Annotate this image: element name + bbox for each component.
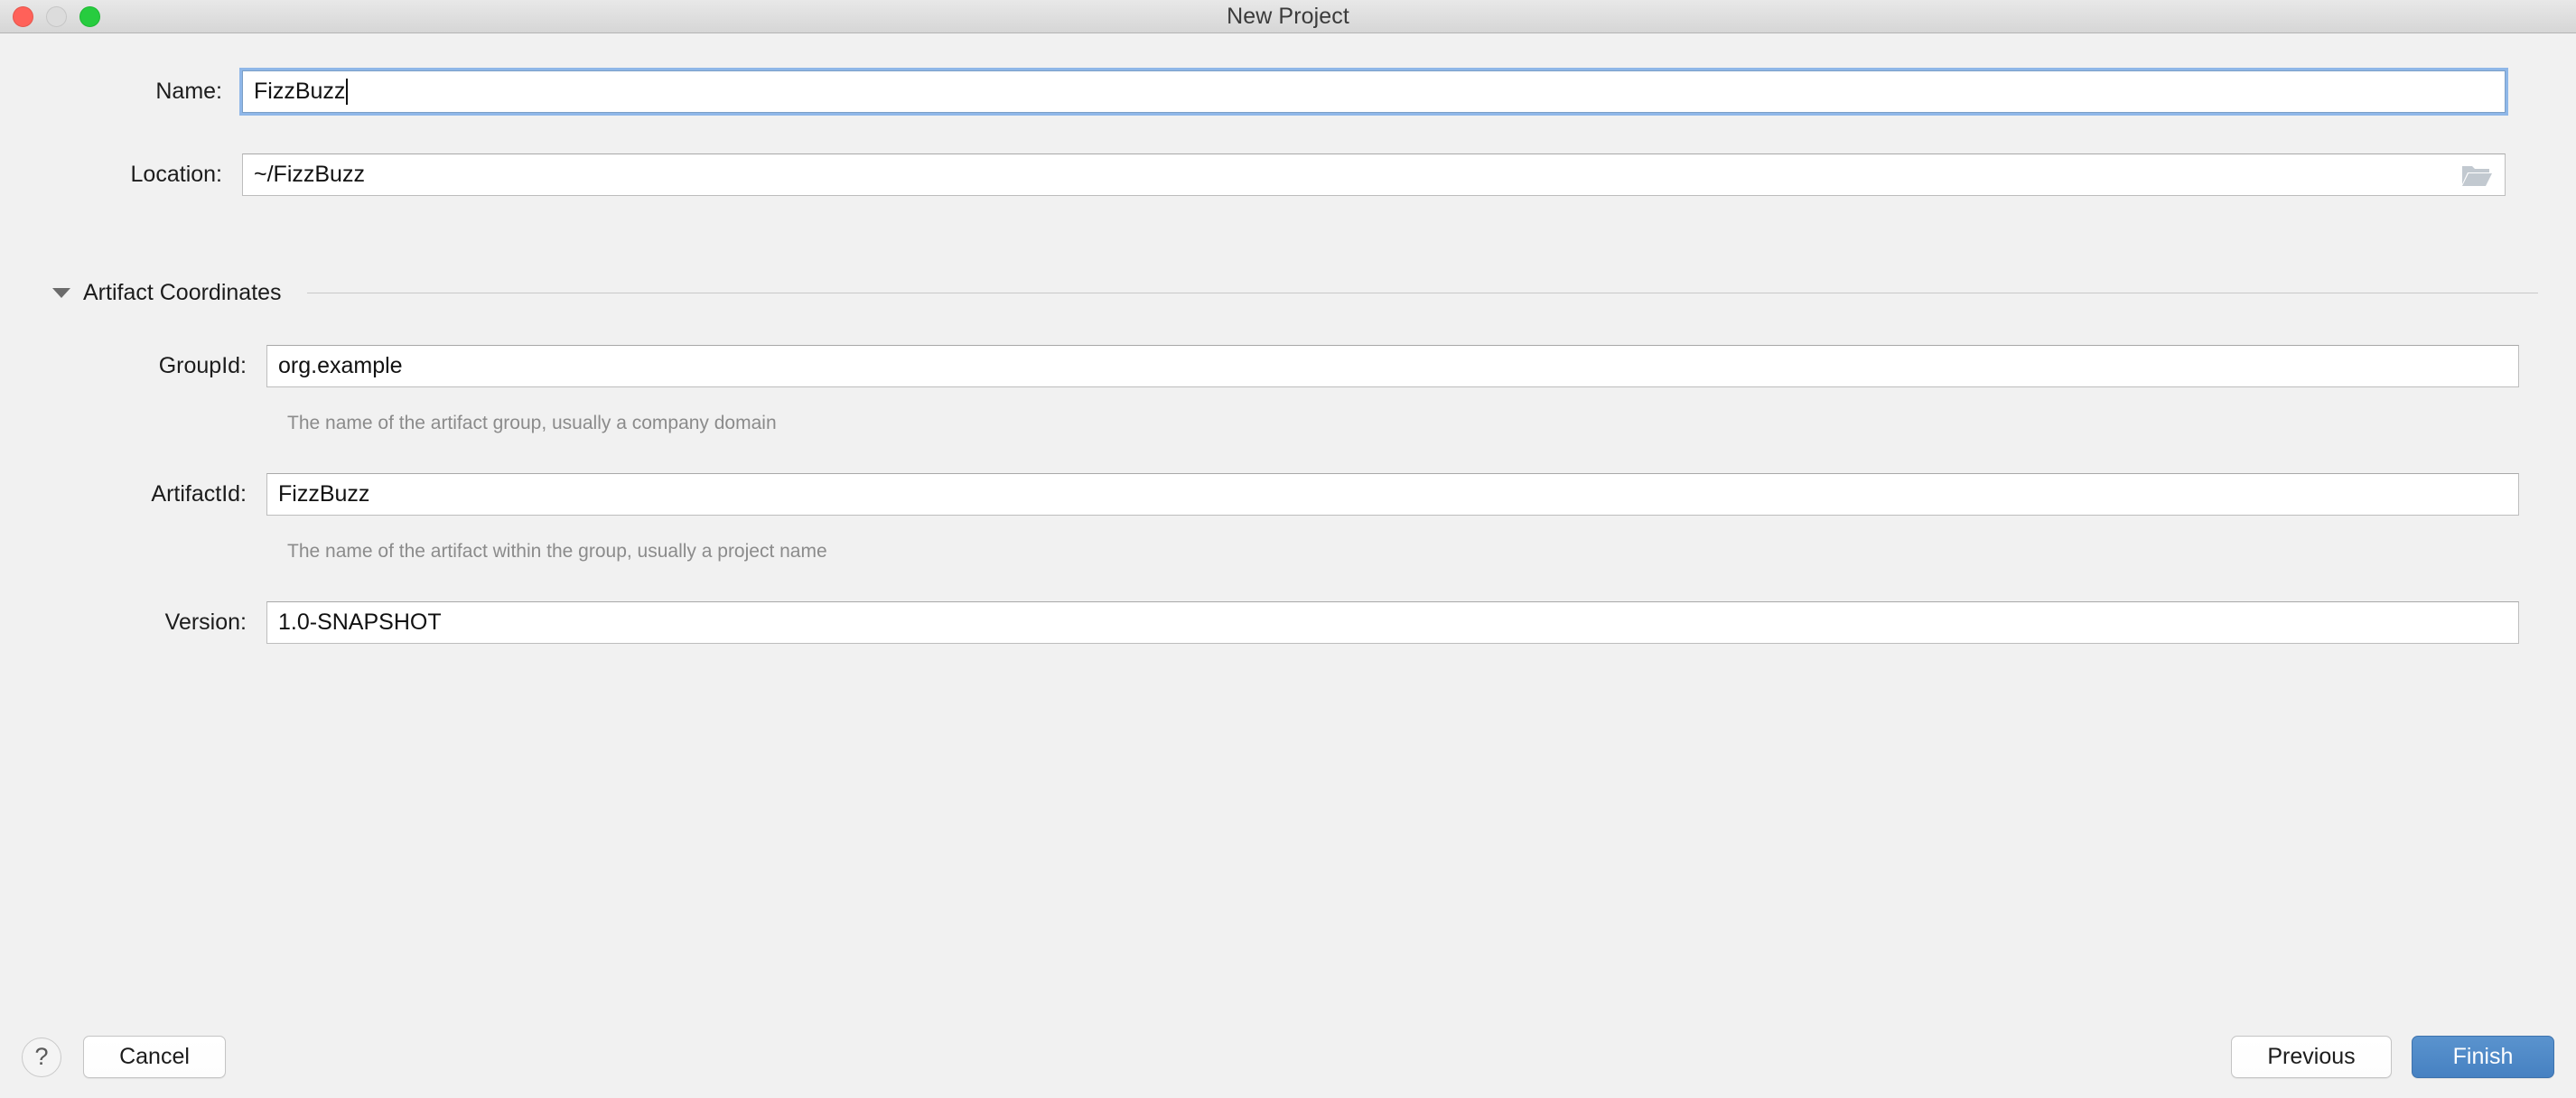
dialog-footer: ? Cancel Previous Finish	[0, 1011, 2576, 1098]
folder-icon[interactable]	[2461, 163, 2492, 187]
location-row: Location: ~/FizzBuzz	[0, 154, 2576, 196]
group-id-input-value: org.example	[278, 353, 403, 378]
footer-right-group: Previous Finish	[2231, 1036, 2554, 1078]
artifact-id-label: ArtifactId:	[151, 481, 247, 507]
help-button[interactable]: ?	[22, 1037, 61, 1077]
artifact-id-row: ArtifactId: FizzBuzz	[0, 473, 2576, 516]
cancel-button[interactable]: Cancel	[83, 1036, 226, 1078]
name-label: Name:	[155, 79, 222, 104]
finish-button[interactable]: Finish	[2412, 1036, 2554, 1078]
footer-left-group: ? Cancel	[22, 1036, 226, 1078]
close-window-button[interactable]	[13, 5, 33, 27]
artifact-coordinates-title: Artifact Coordinates	[83, 279, 282, 305]
minimize-window-button	[46, 5, 67, 27]
name-input[interactable]: FizzBuzz	[239, 68, 2508, 116]
artifact-id-input-value: FizzBuzz	[278, 481, 370, 507]
version-input-value: 1.0-SNAPSHOT	[278, 609, 442, 635]
window-title: New Project	[1227, 3, 1349, 29]
triangle-down-icon[interactable]	[52, 287, 70, 298]
title-bar: New Project	[0, 0, 2576, 33]
version-row: Version: 1.0-SNAPSHOT	[0, 601, 2576, 644]
new-project-dialog: New Project Name: FizzBuzz Location: ~/F…	[0, 0, 2576, 1098]
dialog-body: Name: FizzBuzz Location: ~/FizzBuzz Arti…	[0, 33, 2576, 1011]
version-input[interactable]: 1.0-SNAPSHOT	[266, 601, 2519, 644]
group-id-hint: The name of the artifact group, usually …	[287, 413, 777, 433]
maximize-window-button[interactable]	[79, 5, 100, 27]
name-input-value: FizzBuzz	[254, 79, 346, 104]
group-id-label: GroupId:	[158, 353, 247, 378]
location-label: Location:	[130, 162, 222, 187]
location-input-value: ~/FizzBuzz	[254, 162, 365, 187]
previous-button[interactable]: Previous	[2231, 1036, 2392, 1078]
traffic-light-group	[13, 0, 100, 33]
name-row: Name: FizzBuzz	[0, 68, 2576, 116]
text-caret	[346, 79, 349, 105]
artifact-coordinates-section-header[interactable]: Artifact Coordinates	[52, 277, 2538, 308]
group-id-row: GroupId: org.example	[0, 345, 2576, 387]
artifact-id-hint: The name of the artifact within the grou…	[287, 541, 827, 562]
artifact-id-input[interactable]: FizzBuzz	[266, 473, 2519, 516]
group-id-input[interactable]: org.example	[266, 345, 2519, 387]
version-label: Version:	[164, 609, 247, 635]
location-input[interactable]: ~/FizzBuzz	[242, 154, 2506, 196]
